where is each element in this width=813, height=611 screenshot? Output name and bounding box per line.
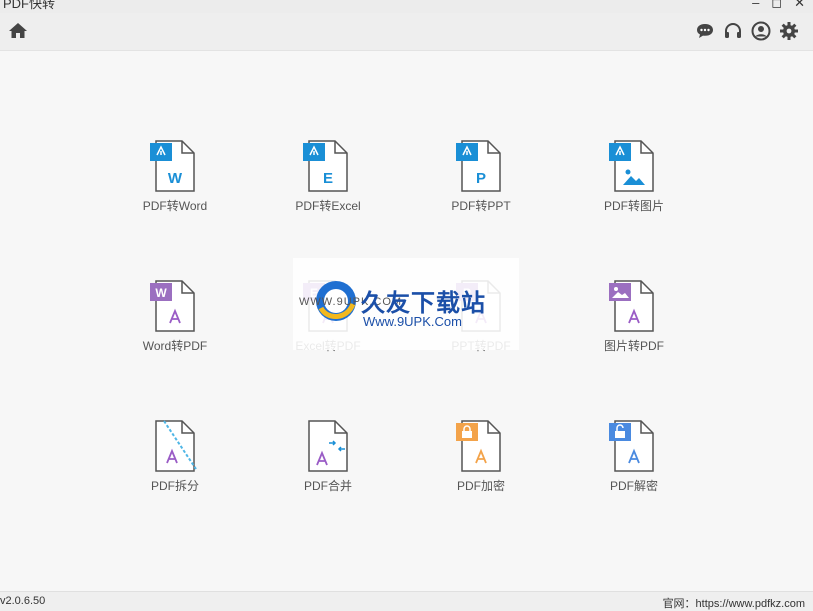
pdf-encrypt-icon (456, 420, 501, 472)
pdf-to-excel-icon: E (303, 140, 348, 192)
pdf-split-icon (155, 420, 197, 472)
tile-label: PDF合并 (303, 479, 352, 493)
pdf-to-ppt-icon: P (456, 140, 501, 192)
tile-label: Word转PDF (142, 339, 208, 353)
toolbar (0, 13, 813, 51)
version-label: v2.0.6.50 (0, 595, 46, 607)
tile-label: 图片转PDF (603, 339, 664, 353)
website-link[interactable]: 官网：https://www.pdfkz.com (663, 595, 805, 611)
tile-label: PDF拆分 (150, 479, 199, 493)
user-icon[interactable] (751, 21, 771, 41)
headset-icon[interactable] (723, 21, 743, 41)
tile-pdf-split[interactable]: PDF拆分 (115, 419, 235, 519)
minimize-button[interactable]: – (752, 0, 759, 11)
tile-label: PDF转Excel (295, 199, 361, 213)
home-icon[interactable] (8, 21, 28, 41)
tile-label: PDF转PPT (451, 199, 511, 213)
tile-pdf-to-excel[interactable]: E PDF转Excel (268, 139, 388, 239)
tile-label: PDF转图片 (603, 199, 664, 213)
window-controls: – ◻ ✕ (752, 0, 805, 11)
chat-icon[interactable] (695, 21, 715, 41)
tile-pdf-merge[interactable]: PDF合并 (268, 419, 388, 519)
maximize-button[interactable]: ◻ (771, 0, 782, 11)
app-title: PDF快转 (3, 0, 56, 11)
tile-label: PDF解密 (609, 479, 658, 493)
close-button[interactable]: ✕ (794, 0, 805, 11)
watermark-overlay: WWW.9UPK.COM 久友下载站 Www.9UPK.Com (293, 258, 519, 350)
svg-text:E: E (323, 170, 333, 187)
pdf-to-image-icon (609, 140, 654, 192)
tile-label: PDF转Word (142, 199, 208, 213)
tile-label: PDF加密 (456, 479, 505, 493)
watermark-url: Www.9UPK.Com (363, 314, 462, 329)
word-to-pdf-icon: W (150, 280, 195, 332)
tile-pdf-to-ppt[interactable]: P PDF转PPT (421, 139, 541, 239)
gear-icon[interactable] (779, 21, 799, 41)
svg-text:P: P (476, 170, 486, 187)
image-to-pdf-icon (609, 280, 654, 332)
svg-text:W: W (168, 170, 183, 187)
toolbar-actions (695, 21, 799, 41)
tile-pdf-to-word[interactable]: W PDF转Word (115, 139, 235, 239)
tile-pdf-decrypt[interactable]: PDF解密 (574, 419, 694, 519)
title-bar: PDF快转 – ◻ ✕ (0, 0, 813, 13)
status-bar: v2.0.6.50 官网：https://www.pdfkz.com (0, 591, 813, 611)
pdf-decrypt-icon (609, 420, 654, 472)
pdf-to-word-icon: W (150, 140, 195, 192)
tile-image-to-pdf[interactable]: 图片转PDF (574, 279, 694, 379)
pdf-merge-icon (308, 420, 348, 472)
watermark-brand: 久友下载站 (361, 290, 486, 317)
tile-word-to-pdf[interactable]: W Word转PDF (115, 279, 235, 379)
svg-text:W: W (155, 286, 167, 300)
tile-pdf-encrypt[interactable]: PDF加密 (421, 419, 541, 519)
tile-pdf-to-image[interactable]: PDF转图片 (574, 139, 694, 239)
